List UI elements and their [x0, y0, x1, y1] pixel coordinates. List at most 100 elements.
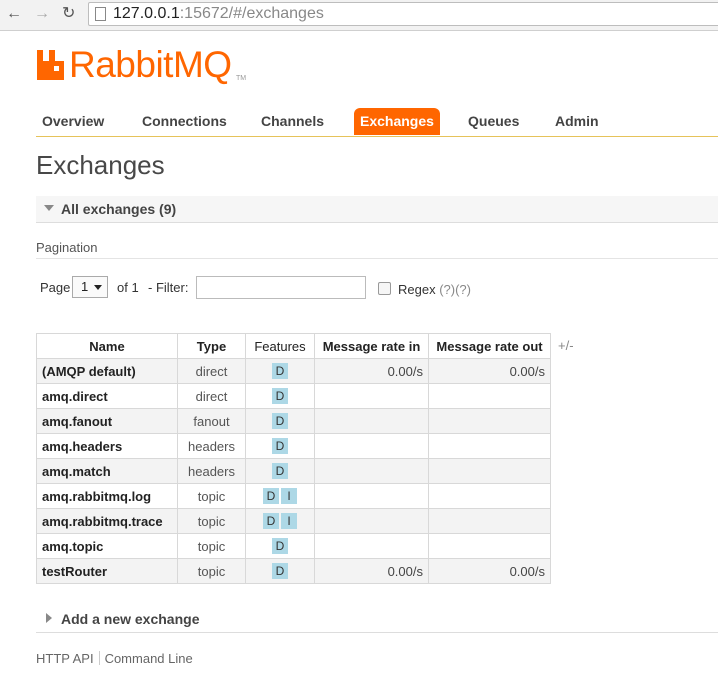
exchange-name-link[interactable]: amq.topic — [36, 533, 178, 559]
section-label: All exchanges (9) — [61, 201, 177, 217]
http-api-link[interactable]: HTTP API — [36, 651, 94, 666]
message-rate-out — [428, 508, 551, 534]
tab-exchanges[interactable]: Exchanges — [354, 108, 440, 135]
exchange-type: direct — [177, 358, 246, 384]
exchange-name-link[interactable]: amq.rabbitmq.trace — [36, 508, 178, 534]
exchange-features: D — [245, 458, 315, 484]
column-header-name[interactable]: Name — [36, 333, 178, 359]
durable-badge: D — [272, 363, 288, 379]
tab-admin[interactable]: Admin — [549, 108, 605, 135]
table-header-row: Name Type Features Message rate in Messa… — [36, 333, 551, 359]
logo-trademark: TM — [236, 75, 247, 82]
message-rate-in: 0.00/s — [314, 558, 429, 584]
exchange-name-link[interactable]: testRouter — [36, 558, 178, 584]
exchange-type: fanout — [177, 408, 246, 434]
table-row: amq.direct direct D — [36, 383, 551, 409]
reload-icon[interactable]: ↻ — [62, 4, 75, 24]
exchange-type: topic — [177, 533, 246, 559]
tab-overview[interactable]: Overview — [36, 108, 110, 135]
column-header-rate-out[interactable]: Message rate out — [428, 333, 551, 359]
exchange-type: headers — [177, 458, 246, 484]
message-rate-in — [314, 533, 429, 559]
exchange-name-link[interactable]: (AMQP default) — [36, 358, 178, 384]
column-header-features: Features — [245, 333, 315, 359]
table-row: amq.topic topic D — [36, 533, 551, 559]
exchange-name-link[interactable]: amq.direct — [36, 383, 178, 409]
message-rate-in — [314, 383, 429, 409]
message-rate-out — [428, 483, 551, 509]
exchange-features: DI — [245, 483, 315, 509]
durable-badge: D — [272, 413, 288, 429]
column-toggle[interactable]: +/- — [558, 338, 574, 353]
browser-toolbar: ← → ↻ 127.0.0.1:15672/#/exchanges — [0, 0, 718, 31]
page-select-value: 1 — [81, 279, 89, 294]
durable-badge: D — [272, 563, 288, 579]
table-row: amq.rabbitmq.log topic D I — [36, 483, 551, 509]
message-rate-out — [428, 408, 551, 434]
logo-text: RabbitMQ — [69, 44, 232, 85]
tab-queues[interactable]: Queues — [462, 108, 525, 135]
exchange-type: direct — [177, 383, 246, 409]
caret-down-icon — [94, 285, 102, 290]
chevron-down-icon — [44, 205, 54, 211]
page-icon — [95, 7, 106, 21]
filter-label: - Filter: — [148, 280, 189, 295]
exchange-features: D — [245, 358, 315, 384]
column-header-rate-in[interactable]: Message rate in — [314, 333, 429, 359]
table-row: amq.rabbitmq.trace topic D I — [36, 508, 551, 534]
exchange-name-link[interactable]: amq.headers — [36, 433, 178, 459]
message-rate-out — [428, 433, 551, 459]
tab-connections[interactable]: Connections — [136, 108, 233, 135]
exchange-features: D — [245, 533, 315, 559]
chevron-right-icon — [46, 613, 52, 623]
regex-help-link[interactable]: (?)(?) — [439, 282, 471, 297]
page-count: of 1 — [117, 280, 139, 295]
table-row: amq.fanout fanout D — [36, 408, 551, 434]
address-bar[interactable]: 127.0.0.1:15672/#/exchanges — [88, 2, 718, 26]
message-rate-in: 0.00/s — [314, 358, 429, 384]
durable-badge: D — [272, 388, 288, 404]
exchange-type: topic — [177, 508, 246, 534]
durable-badge: D — [263, 513, 279, 529]
exchange-features: DI — [245, 508, 315, 534]
exchange-name-link[interactable]: amq.rabbitmq.log — [36, 483, 178, 509]
command-line-link[interactable]: Command Line — [105, 651, 193, 666]
message-rate-in — [314, 483, 429, 509]
exchange-features: D — [245, 558, 315, 584]
add-exchange-label: Add a new exchange — [61, 611, 200, 627]
message-rate-in — [314, 458, 429, 484]
forward-arrow-icon[interactable]: → — [34, 4, 50, 24]
exchange-name-link[interactable]: amq.match — [36, 458, 178, 484]
message-rate-out — [428, 383, 551, 409]
table-row: testRouter topic D 0.00/s 0.00/s — [36, 558, 551, 584]
exchange-features: D — [245, 433, 315, 459]
table-row: amq.match headers D — [36, 458, 551, 484]
table-row: amq.headers headers D — [36, 433, 551, 459]
exchange-type: topic — [177, 558, 246, 584]
back-arrow-icon[interactable]: ← — [6, 4, 22, 24]
durable-badge: D — [272, 463, 288, 479]
pagination-heading: Pagination — [36, 240, 98, 255]
divider — [98, 651, 100, 665]
filter-input[interactable] — [196, 276, 366, 299]
column-header-type[interactable]: Type — [177, 333, 246, 359]
internal-badge: I — [281, 488, 297, 504]
regex-checkbox[interactable] — [378, 282, 391, 295]
add-exchange-section-toggle[interactable]: Add a new exchange — [36, 606, 718, 633]
page-select[interactable]: 1 — [72, 276, 108, 298]
durable-badge: D — [263, 488, 279, 504]
divider — [36, 258, 718, 259]
regex-label: Regex (?)(?) — [398, 282, 471, 297]
durable-badge: D — [272, 538, 288, 554]
all-exchanges-section-toggle[interactable]: All exchanges (9) — [36, 196, 718, 223]
exchange-type: headers — [177, 433, 246, 459]
durable-badge: D — [272, 438, 288, 454]
message-rate-in — [314, 408, 429, 434]
page-title: Exchanges — [36, 150, 165, 180]
tab-channels[interactable]: Channels — [255, 108, 330, 135]
url-text: 127.0.0.1:15672/#/exchanges — [113, 5, 324, 22]
message-rate-out: 0.00/s — [428, 558, 551, 584]
footer-links: HTTP API Command Line — [36, 651, 193, 666]
page-label: Page — [40, 280, 71, 295]
exchange-name-link[interactable]: amq.fanout — [36, 408, 178, 434]
